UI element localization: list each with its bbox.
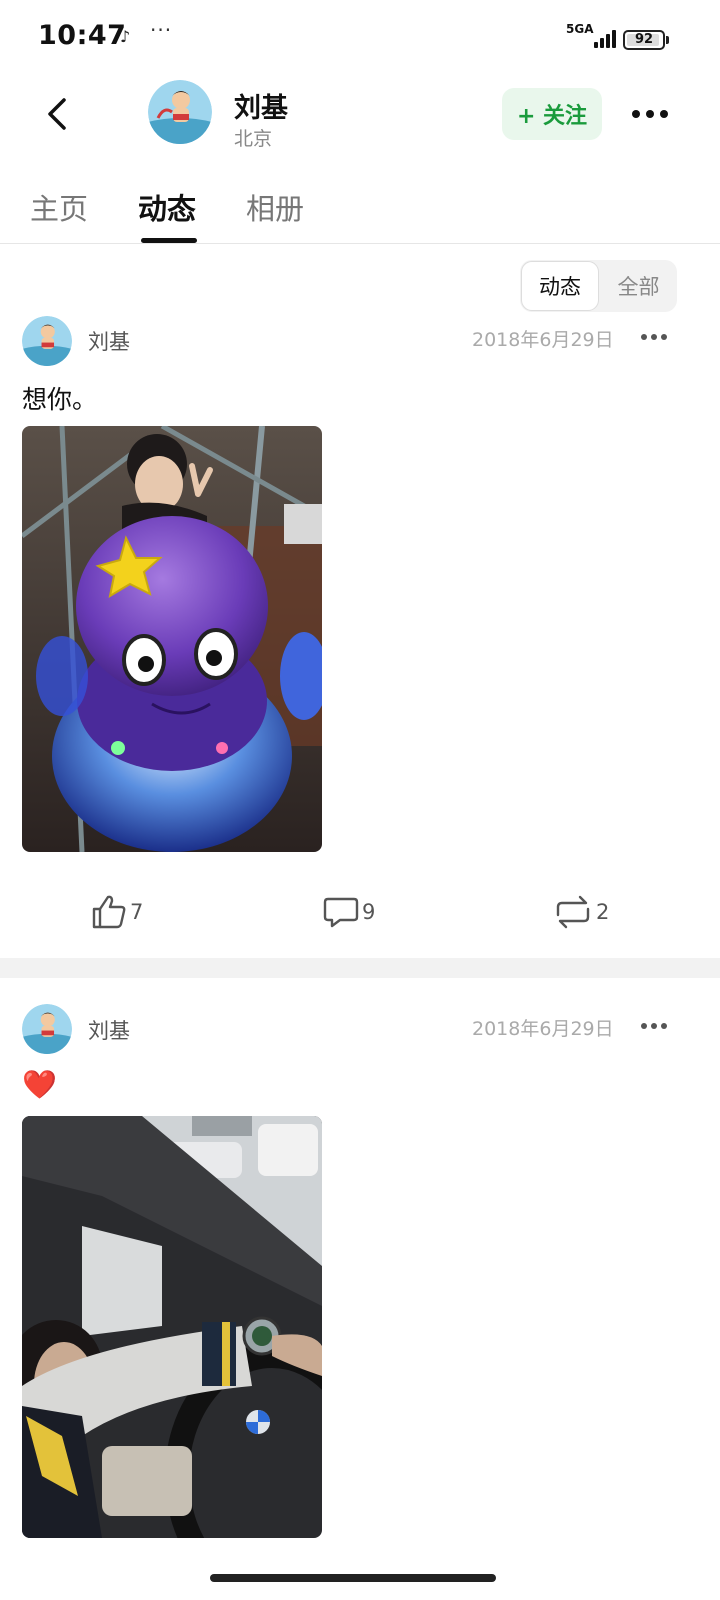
like-button[interactable]: 7 [90, 882, 143, 942]
post-avatar[interactable] [22, 1004, 72, 1054]
post-more-button[interactable] [636, 1014, 672, 1038]
tab-home[interactable]: 主页 [30, 186, 88, 228]
post-photo[interactable] [22, 426, 322, 852]
tab-album[interactable]: 相册 [246, 186, 304, 228]
comment-count: 9 [362, 900, 376, 924]
feed-filter: 动态 全部 [520, 260, 677, 312]
like-count: 7 [130, 900, 144, 924]
more-dots-icon [632, 110, 640, 118]
battery-icon: 92 [623, 30, 665, 50]
more-options-button[interactable] [626, 96, 674, 132]
tiktok-icon: ♪ [120, 27, 131, 46]
profile-header: 刘基 北京 + 关注 [0, 76, 720, 164]
post-photo[interactable] [22, 1116, 322, 1538]
post-date: 2018年6月29日 [472, 329, 614, 351]
repost-count: 2 [596, 900, 610, 924]
car-selfie-photo [22, 1116, 322, 1538]
avatar-image [22, 1004, 72, 1054]
profile-tabs: 主页 动态 相册 [0, 178, 720, 244]
comment-icon [323, 897, 359, 928]
avatar-image [148, 80, 212, 144]
more-dots-icon [641, 1023, 647, 1029]
post-divider [0, 958, 720, 978]
more-dots-icon [641, 334, 647, 340]
active-tab-indicator [141, 238, 197, 243]
comment-button[interactable]: 9 [322, 882, 375, 942]
avatar[interactable] [148, 80, 212, 144]
signal-icon: 5GA [566, 22, 616, 50]
avatar-image [22, 316, 72, 366]
profile-location: 北京 [234, 128, 273, 150]
post-author[interactable]: 刘基 [88, 1015, 130, 1045]
back-button[interactable] [30, 86, 86, 142]
network-label: 5GA [566, 22, 594, 36]
post-date: 2018年6月29日 [472, 1018, 614, 1040]
filter-moments[interactable]: 动态 [521, 261, 599, 311]
post-more-button[interactable] [636, 325, 672, 349]
chevron-left-icon [48, 98, 66, 130]
octopus-ride-photo [22, 426, 322, 852]
status-bar: 10:47 ♪ ··· 5GA 92 [0, 0, 720, 76]
status-dots: ··· [150, 18, 173, 42]
profile-name: 刘基 [234, 93, 288, 124]
repost-icon [556, 895, 590, 929]
post-avatar[interactable] [22, 316, 72, 366]
follow-button[interactable]: + 关注 [502, 88, 602, 140]
post-actions: 7 9 2 [0, 882, 720, 942]
post-author[interactable]: 刘基 [88, 326, 130, 356]
battery-level: 92 [634, 32, 654, 47]
heart-emoji: ❤️ [22, 1068, 57, 1101]
post-text: 想你。 [22, 385, 98, 414]
filter-all[interactable]: 全部 [600, 260, 677, 312]
tab-moments[interactable]: 动态 [138, 186, 196, 228]
thumbs-up-icon [92, 895, 126, 929]
home-indicator[interactable] [210, 1574, 496, 1582]
status-time: 10:47 [38, 20, 127, 51]
repost-button[interactable]: 2 [552, 882, 609, 942]
